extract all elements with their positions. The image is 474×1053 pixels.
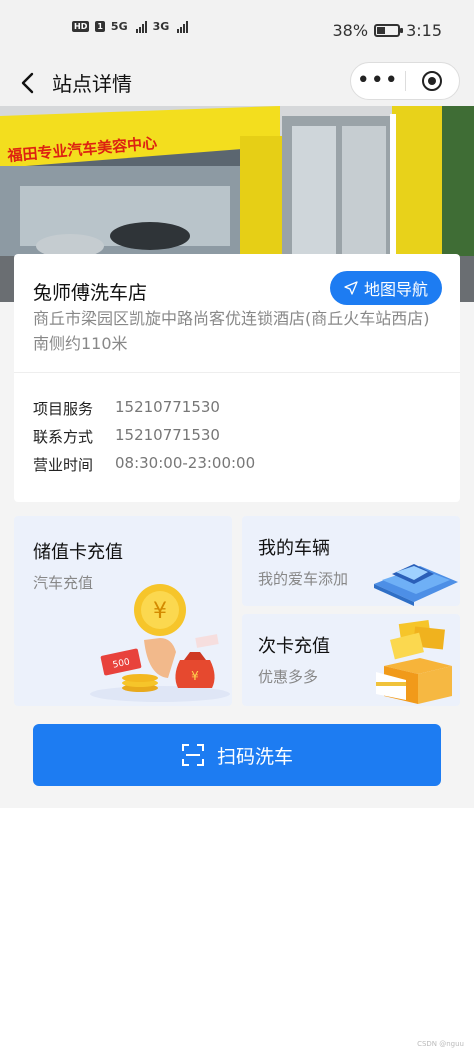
detail-label: 项目服务	[33, 400, 94, 418]
watermark: CSDN @nguu	[417, 1040, 464, 1048]
scan-wash-button[interactable]: 扫码洗车	[33, 724, 441, 786]
map-navigation-label: 地图导航	[363, 280, 428, 299]
detail-label: 营业时间	[33, 456, 94, 474]
svg-text:¥: ¥	[153, 599, 167, 624]
network-label-2: 3G	[152, 20, 170, 33]
back-arrow-icon[interactable]	[18, 70, 40, 96]
status-bar: HD 1 5G 3G 38% 3:15	[0, 0, 474, 60]
svg-text:¥: ¥	[191, 669, 199, 683]
tile-title: 储值卡充值	[33, 542, 123, 563]
target-icon	[422, 71, 443, 91]
miniprogram-capsule: •••	[350, 62, 460, 100]
signal-icon	[135, 20, 147, 33]
detail-row-contact: 联系方式 15210771530	[33, 426, 220, 447]
status-right: 38% 3:15	[333, 21, 443, 40]
shop-info-card: 兔师傅洗车店 地图导航 商丘市梁园区凯旋中路尚客优连锁酒店(商丘火车站西店)南侧…	[14, 254, 460, 502]
scan-icon	[181, 744, 204, 766]
tile-title: 我的车辆	[258, 538, 330, 559]
times-card-recharge-tile[interactable]: 次卡充值 优惠多多	[242, 614, 460, 706]
map-navigation-button[interactable]: 地图导航	[330, 271, 442, 305]
scan-wash-label: 扫码洗车	[216, 745, 293, 768]
more-menu-button[interactable]: •••	[351, 70, 405, 92]
battery-icon	[374, 24, 404, 37]
close-miniprogram-button[interactable]	[405, 71, 459, 91]
tile-subtitle: 优惠多多	[258, 668, 319, 686]
hd-badge: HD	[72, 21, 90, 32]
signal-icon-2	[177, 20, 189, 33]
navigation-arrow-icon	[344, 281, 358, 295]
detail-label: 联系方式	[33, 428, 94, 446]
detail-value: 15210771530	[115, 398, 220, 416]
gift-box-icon	[376, 620, 452, 704]
detail-row-hours: 营业时间 08:30:00-23:00:00	[33, 454, 255, 475]
stored-value-recharge-tile[interactable]: 储值卡充值 汽车充值 ¥ 500 ¥	[14, 516, 232, 706]
detail-value[interactable]: 15210771530	[115, 426, 220, 447]
detail-value: 08:30:00-23:00:00	[115, 454, 256, 472]
shop-address: 商丘市梁园区凯旋中路尚客优连锁酒店(商丘火车站西店)南侧约110米	[33, 309, 430, 353]
car-icon	[374, 564, 458, 606]
nav-bar: 站点详情 •••	[0, 60, 474, 106]
network-label-1: 5G	[110, 20, 128, 33]
clock: 3:15	[406, 21, 442, 40]
sim-badge: 1	[95, 21, 105, 32]
coin-money-bag-icon: ¥ 500 ¥	[90, 584, 230, 702]
tile-subtitle: 我的爱车添加	[258, 570, 349, 588]
detail-row-service: 项目服务 15210771530	[33, 398, 220, 419]
battery-percent: 38%	[332, 21, 369, 40]
shop-name: 兔师傅洗车店	[33, 282, 148, 304]
page-title: 站点详情	[52, 72, 132, 96]
card-divider	[14, 372, 460, 373]
tile-title: 次卡充值	[258, 636, 330, 657]
my-vehicles-tile[interactable]: 我的车辆 我的爱车添加	[242, 516, 460, 606]
tile-subtitle: 汽车充值	[33, 574, 94, 592]
network-indicators: HD 1 5G 3G	[72, 20, 189, 33]
